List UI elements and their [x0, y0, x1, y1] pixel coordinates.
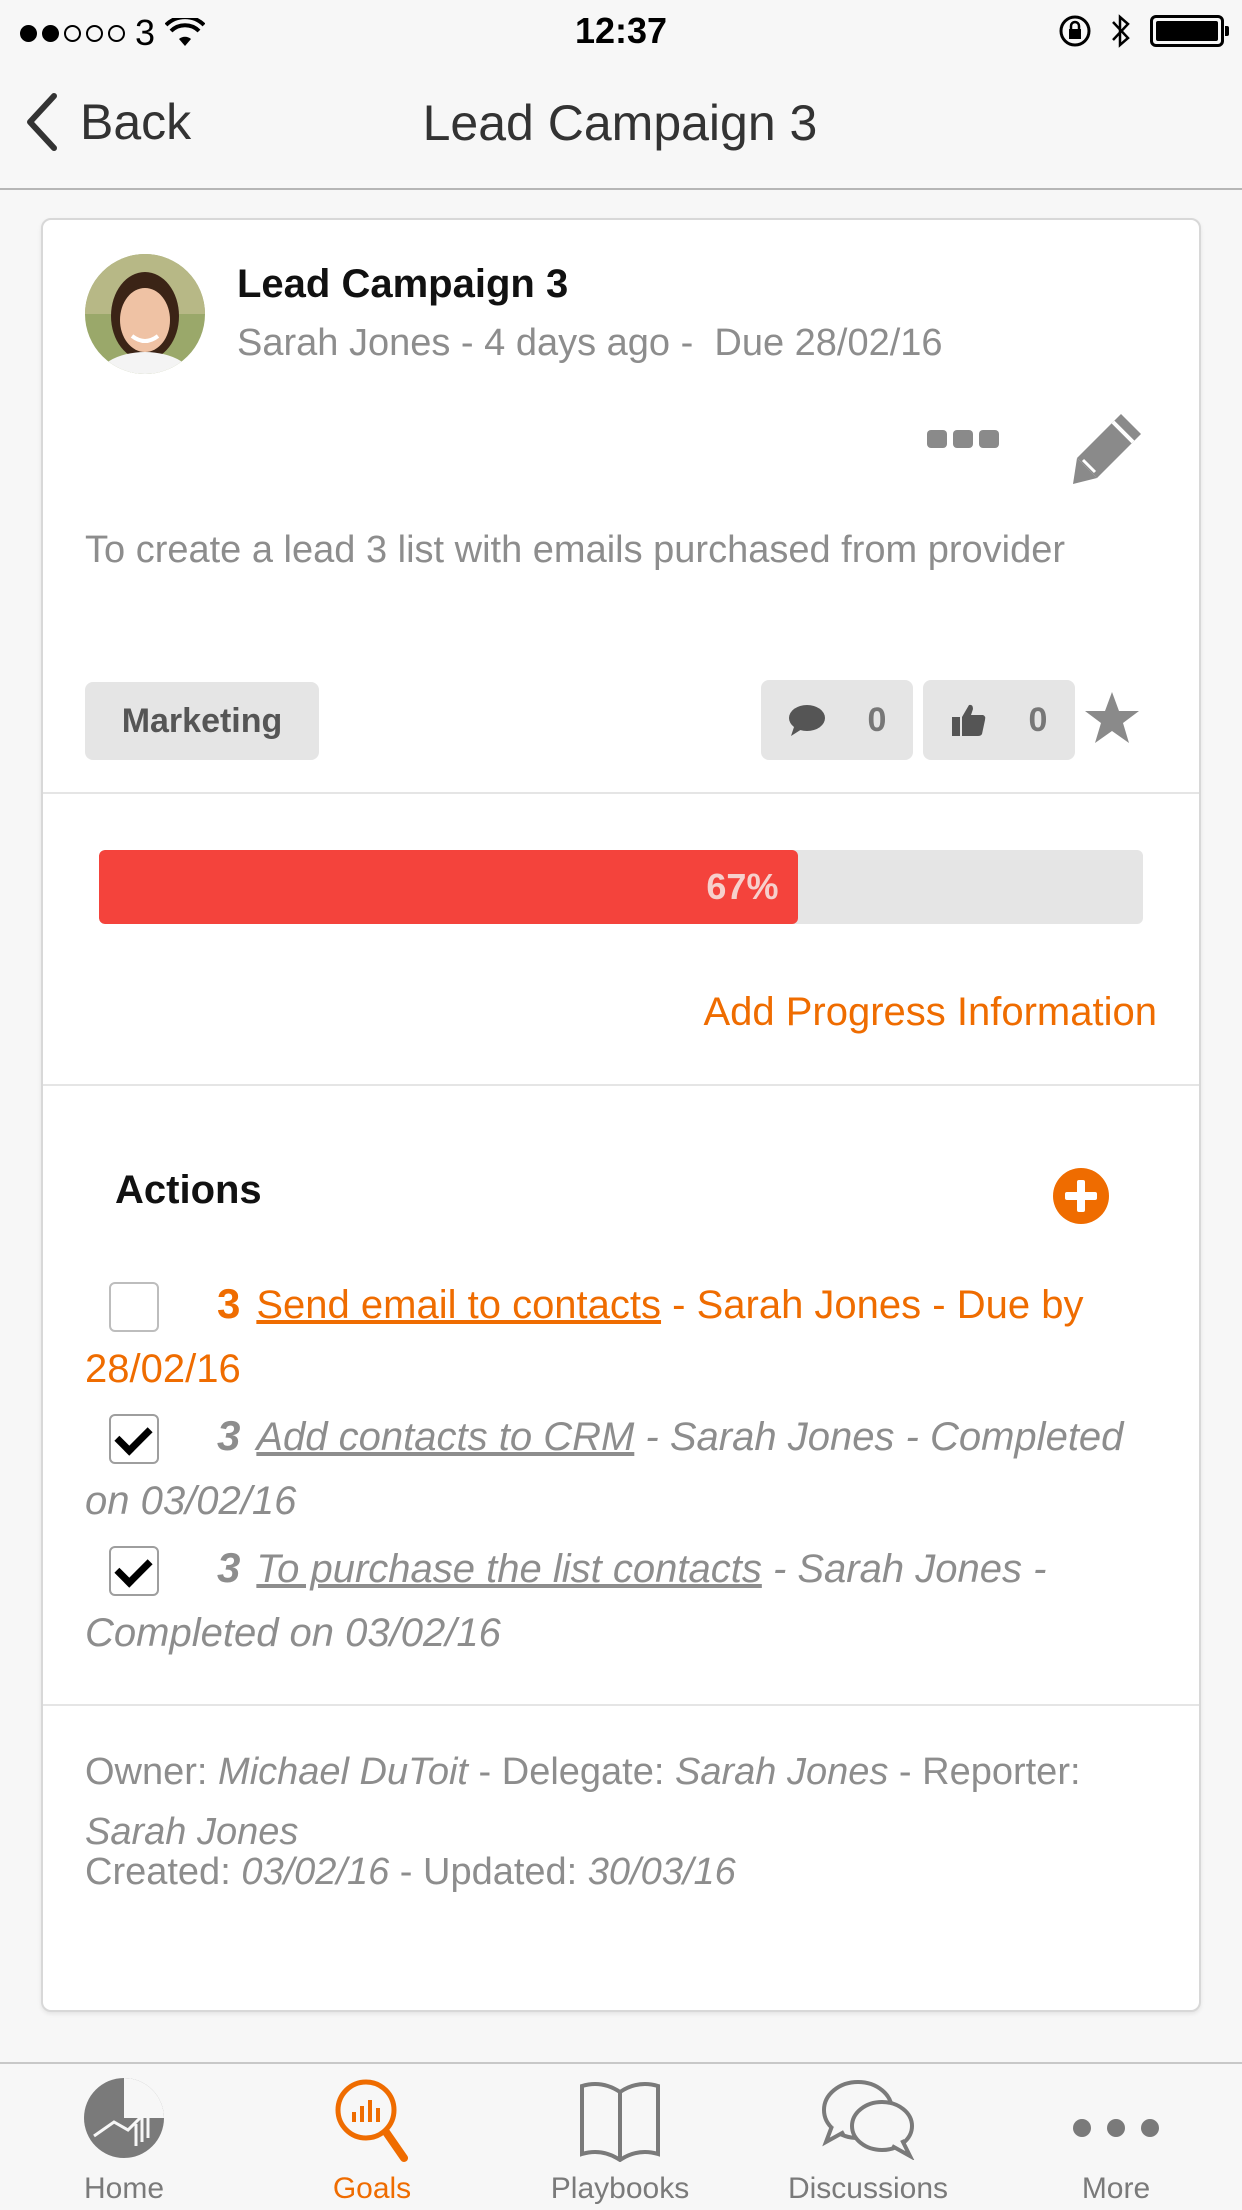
owner-label: Owner:: [85, 1751, 219, 1793]
bluetooth-icon: [1112, 14, 1130, 48]
action-title-link[interactable]: To purchase the list contacts: [256, 1547, 761, 1591]
back-label: Back: [80, 94, 192, 150]
goal-card: Lead Campaign 3 Sarah Jones - 4 days ago…: [41, 218, 1201, 2012]
action-number: 3: [217, 1544, 241, 1591]
chat-bubbles-icon: [822, 2080, 915, 2160]
comments-button[interactable]: 0: [761, 680, 913, 760]
status-icons: [1058, 12, 1229, 50]
tab-discussions[interactable]: Discussions: [758, 2064, 978, 2210]
progress-fill: 67%: [99, 850, 799, 924]
tab-goals[interactable]: Goals: [262, 2064, 482, 2210]
tab-home[interactable]: Home: [14, 2064, 234, 2210]
thumbs-up-icon: [951, 704, 985, 736]
chevron-left-icon: [27, 93, 57, 151]
created-date: 03/02/16: [241, 1851, 390, 1893]
action-checkbox[interactable]: [109, 1414, 159, 1464]
like-button[interactable]: 0: [923, 680, 1075, 760]
dot: [953, 430, 973, 448]
tab-more[interactable]: More: [1006, 2064, 1226, 2210]
category-tag[interactable]: Marketing: [85, 682, 319, 760]
action-checkbox[interactable]: [109, 1546, 159, 1596]
delegate-name: Sarah Jones: [674, 1751, 889, 1793]
add-progress-link[interactable]: Add Progress Information: [703, 990, 1157, 1035]
updated-label: - Updated:: [389, 1851, 588, 1893]
tab-label: More: [1081, 2172, 1151, 2205]
navigation-bar: Back Lead Campaign 3: [0, 62, 1242, 190]
goal-description: To create a lead 3 list with emails purc…: [85, 529, 1066, 571]
tab-label: Discussions: [787, 2172, 949, 2205]
action-title-link[interactable]: Send email to contacts: [256, 1283, 661, 1327]
action-title-link[interactable]: Add contacts to CRM: [256, 1415, 634, 1459]
status-bar: 3 12:37: [0, 0, 1242, 62]
goal-dates: Created: 03/02/16 - Updated: 30/03/16: [85, 1842, 1165, 1902]
action-number: 3: [217, 1412, 241, 1459]
pencil-icon: [1073, 414, 1141, 484]
status-time: 12:37: [574, 10, 668, 51]
dot: [927, 430, 947, 448]
goal-title: Lead Campaign 3: [237, 262, 569, 306]
goal-meta: Sarah Jones - 4 days ago - Due 28/02/16: [237, 322, 943, 364]
dot: [979, 430, 999, 448]
page-title: Lead Campaign 3: [422, 95, 818, 151]
add-action-button[interactable]: [1053, 1168, 1109, 1224]
action-checkbox[interactable]: [109, 1282, 159, 1332]
home-chart-icon: [84, 2078, 164, 2158]
owner-name: Michael DuToit: [218, 1751, 468, 1793]
tab-label: Goals: [332, 2172, 412, 2205]
divider: [43, 1704, 1199, 1706]
progress-bar: 67%: [99, 850, 1143, 924]
action-item: 3 Send email to contacts - Sarah Jones - …: [85, 1272, 1165, 1401]
back-button[interactable]: Back: [24, 92, 191, 152]
star-icon: [1085, 692, 1139, 743]
tab-playbooks[interactable]: Playbooks: [510, 2064, 730, 2210]
delegate-label: - Delegate:: [467, 1751, 675, 1793]
like-count: 0: [1028, 700, 1048, 739]
action-item: 3 Add contacts to CRM - Sarah Jones - Com…: [85, 1404, 1165, 1533]
book-icon: [580, 2082, 660, 2162]
favorite-button[interactable]: [1083, 690, 1141, 751]
divider: [43, 1084, 1199, 1086]
divider: [43, 792, 1199, 794]
action-number: 3: [217, 1280, 241, 1327]
comment-count: 0: [867, 700, 887, 739]
reporter-label: - Reporter:: [888, 1751, 1081, 1793]
created-label: Created:: [85, 1851, 242, 1893]
tab-label: Playbooks: [550, 2172, 690, 2205]
tab-label: Home: [83, 2172, 165, 2205]
battery-icon: [1150, 15, 1229, 47]
orientation-lock-icon: [1059, 15, 1091, 47]
updated-date: 30/03/16: [587, 1851, 736, 1893]
more-options-button[interactable]: [927, 430, 999, 448]
actions-heading: Actions: [115, 1168, 262, 1212]
avatar[interactable]: [85, 254, 205, 374]
goals-search-icon: [335, 2079, 408, 2162]
comment-icon: [788, 705, 825, 736]
tab-bar: Home Goals Playbooks Discussions More: [0, 2062, 1242, 2208]
action-item: 3 To purchase the list contacts - Sarah J…: [85, 1536, 1165, 1665]
progress-label: 67%: [706, 866, 779, 907]
more-dots-icon: [1073, 2119, 1159, 2137]
edit-button[interactable]: [1069, 410, 1145, 491]
